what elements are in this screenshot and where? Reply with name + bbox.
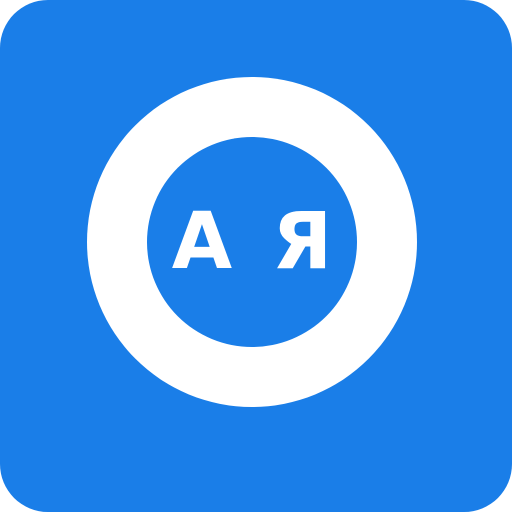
language-letters: A Я bbox=[147, 137, 357, 347]
ring-icon: A Я bbox=[87, 77, 417, 407]
inner-circle: A Я bbox=[147, 137, 357, 347]
app-icon[interactable]: A Я bbox=[0, 0, 512, 512]
stage: A Я bbox=[0, 0, 512, 512]
latin-letter-a: A bbox=[171, 197, 233, 287]
cyrillic-letter-ya: Я bbox=[272, 197, 333, 287]
